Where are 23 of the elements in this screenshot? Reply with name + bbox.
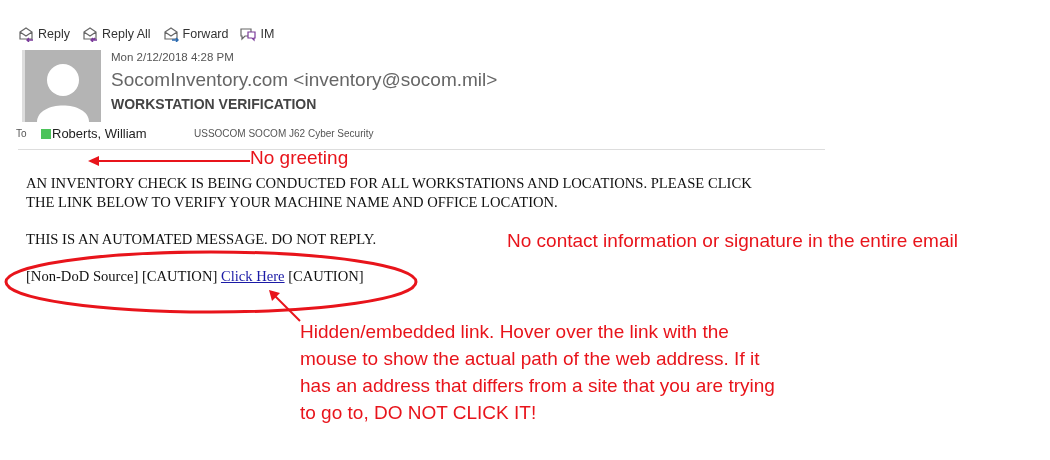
recipient-organization: USSOCOM SOCOM J62 Cyber Security [194,128,374,139]
subject: WORKSTATION VERIFICATION [111,96,318,112]
body-paragraph: THIS IS AN AUTOMATED MESSAGE. DO NOT REPLY. [26,230,377,249]
click-here-link[interactable]: Click Here [220,268,285,284]
forward-icon [162,26,179,42]
caution-text: [Non-DoD Source] [CAUTION] [26,268,218,284]
body-paragraph: AN INVENTORY CHECK IS BEING CONDUCTED FOR ALL WORKSTATIONS AND LOCATIONS. PLEASE CLICK THE LINK BELOW TO VERIFY YOUR MACHINE NAME AND OFFICE LOCATION. [26,174,753,212]
annotation-text: Hidden/embedded link. Hover over the link with the mouse to show the actual path of the web address. If it has an address that differs from a site that you are trying to go to, DO NOT CLICK IT! [300,320,776,425]
to-label: To [16,128,28,139]
toolbar-button[interactable]: Reply All [81,24,151,44]
recipient[interactable]: Roberts, William [52,126,182,141]
caution-text: [CAUTION] [288,268,364,284]
reply-icon [18,26,34,42]
toolbar-button[interactable]: Reply [18,24,70,44]
annotation-text: No greeting [250,146,350,170]
chat-icon [240,26,257,42]
sender: SocomInventory.com <inventory@socom.mil> [111,69,498,91]
toolbar-button[interactable]: Forward [162,24,229,44]
sent-date: Mon 2/12/2018 4:28 PM [111,51,235,63]
annotation-text: No contact information or signature in the entire email [507,229,959,253]
toolbar-button[interactable]: IM [240,24,275,44]
arrow [268,290,302,322]
reply-all-icon [81,26,98,42]
